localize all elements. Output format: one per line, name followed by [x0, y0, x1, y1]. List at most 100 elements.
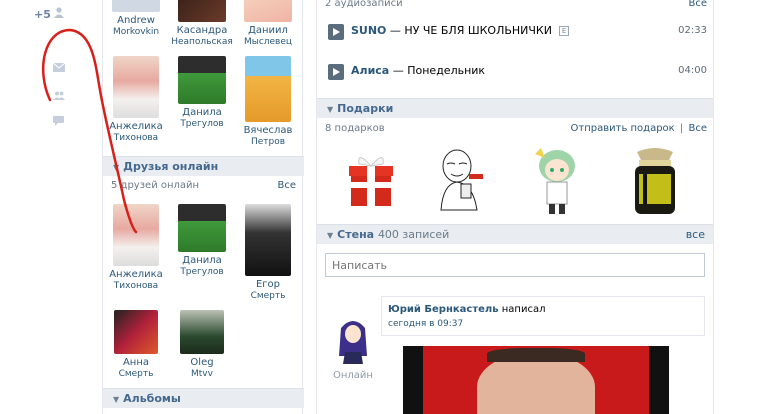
friend-photo[interactable] [180, 310, 224, 354]
play-icon[interactable] [328, 24, 344, 40]
friends-icon[interactable] [53, 91, 65, 103]
friend-card[interactable]: Oleg Mtvv [169, 310, 235, 379]
friend-last-name: Трегулов [180, 267, 224, 277]
gift-meme-face[interactable] [429, 144, 493, 216]
friends-column: Andrew Morkovkin Касандра Неапольская Да… [102, 0, 304, 414]
gifts-subheader: 8 подарков Отправить подарок | Все [325, 123, 707, 134]
friend-photo[interactable] [112, 0, 160, 12]
track-artist[interactable]: SUNO [351, 24, 386, 37]
friend-card[interactable]: Анжелика Тихонова [103, 56, 169, 143]
post-timestamp[interactable]: сегодня в 09:37 [388, 319, 463, 329]
friend-card[interactable]: Анна Смерть [103, 310, 169, 379]
friends-online-count: 5 друзей онлайн [111, 180, 200, 191]
wall-post-input[interactable] [325, 253, 705, 277]
friend-first-name[interactable]: Егор [235, 279, 301, 291]
track-duration: 02:33 [678, 25, 707, 36]
friend-card[interactable]: Andrew Morkovkin [103, 0, 169, 37]
friend-first-name[interactable]: Данила [169, 255, 235, 267]
friend-first-name[interactable]: Анжелика [103, 121, 169, 133]
link-separator: | [679, 123, 684, 134]
gifts-all-link[interactable]: Все [688, 123, 707, 134]
chat-icon[interactable] [53, 116, 64, 129]
gift-anime-character[interactable] [525, 144, 589, 216]
friend-last-name: Mtvv [191, 369, 213, 379]
friend-photo[interactable] [178, 56, 226, 104]
friends-online-all-link[interactable]: Все [277, 180, 296, 191]
friend-photo[interactable] [178, 204, 226, 252]
friend-last-name: Смерть [250, 291, 286, 301]
friend-last-name: Тихонова [113, 133, 159, 143]
play-icon[interactable] [328, 64, 344, 80]
friend-first-name[interactable]: Анна [103, 357, 169, 369]
gift-jar[interactable] [623, 144, 687, 216]
post-header: Юрий Бернкастель написал сегодня в 09:37 [381, 296, 705, 336]
friend-first-name[interactable]: Касандра [169, 25, 235, 37]
post-author-avatar[interactable] [333, 316, 373, 364]
mail-icon[interactable] [52, 62, 66, 75]
friend-first-name[interactable]: Даниил [235, 25, 301, 37]
friend-photo[interactable] [178, 0, 226, 22]
wall-count: 400 записей [377, 228, 450, 241]
friend-photo[interactable] [245, 204, 291, 276]
friend-first-name[interactable]: Oleg [169, 357, 235, 369]
collapse-arrow-icon: ▼ [113, 163, 120, 172]
gifts-count: 8 подарков [325, 123, 385, 134]
friend-first-name[interactable]: Данила [169, 107, 235, 119]
friends-online-title: Друзья онлайн [123, 160, 219, 173]
wall-header[interactable]: ▼ Стена 400 записей все [317, 224, 713, 244]
friend-last-name: Трегулов [180, 119, 224, 129]
track-separator: — [386, 24, 405, 37]
audio-all-link[interactable]: Все [688, 0, 707, 9]
albums-title: Альбомы [123, 392, 181, 405]
friend-photo[interactable] [113, 204, 159, 266]
friend-photo[interactable] [244, 0, 292, 22]
friend-card[interactable]: Данила Трегулов [169, 56, 235, 129]
main-column: 2 аудиозаписи Все SUNO — НУ ЧЕ БЛЯ ШКОЛЬ… [316, 0, 714, 414]
albums-header[interactable]: ▼ Альбомы [103, 388, 304, 408]
gifts-links: Отправить подарок | Все [571, 123, 707, 134]
friend-photo[interactable] [114, 310, 158, 354]
notification-badge[interactable]: +5 [34, 8, 51, 21]
friend-first-name[interactable]: Andrew [103, 15, 169, 27]
friends-online-subheader: 5 друзей онлайн Все [103, 177, 304, 195]
track-title-line[interactable]: Алиса — Понедельник [351, 64, 485, 77]
friend-photo[interactable] [113, 56, 159, 118]
post-image[interactable] [403, 346, 669, 414]
post-verb: написал [501, 304, 546, 315]
track-name[interactable]: НУ ЧЕ БЛЯ ШКОЛЬНИЧКИ [404, 24, 552, 37]
friend-card[interactable]: Егор Смерть [235, 204, 301, 301]
friend-first-name[interactable]: Анжелика [103, 269, 169, 281]
audio-count-row: 2 аудиозаписи Все [325, 0, 707, 9]
friend-last-name: Смерть [118, 369, 154, 379]
friend-card[interactable]: Анжелика Тихонова [103, 204, 169, 291]
gift-present-box[interactable] [339, 146, 403, 218]
friend-last-name: Мыслевец [243, 37, 293, 47]
track-name[interactable]: Понедельник [407, 64, 485, 77]
track-title-line[interactable]: SUNO — НУ ЧЕ БЛЯ ШКОЛЬНИЧКИ E [351, 24, 570, 37]
friend-last-name: Morkovkin [112, 27, 160, 37]
user-icon[interactable] [54, 7, 64, 21]
send-gift-link[interactable]: Отправить подарок [571, 123, 675, 134]
friend-last-name: Петров [250, 137, 286, 147]
collapse-arrow-icon: ▼ [327, 105, 334, 114]
track-artist[interactable]: Алиса [351, 64, 389, 77]
audio-count: 2 аудиозаписи [325, 0, 403, 9]
audio-track[interactable]: Алиса — Понедельник 04:00 [325, 62, 707, 82]
wall-all-link[interactable]: все [686, 228, 705, 241]
track-duration: 04:00 [678, 65, 707, 76]
explicit-badge: E [558, 26, 570, 36]
wall-title: Стена [337, 228, 375, 241]
collapse-arrow-icon: ▼ [327, 231, 334, 240]
friend-last-name: Тихонова [113, 281, 159, 291]
friend-card[interactable]: Касандра Неапольская [169, 0, 235, 47]
friend-card[interactable]: Данила Трегулов [169, 204, 235, 277]
friend-last-name: Неапольская [171, 37, 233, 47]
friends-online-header[interactable]: ▼ Друзья онлайн [103, 156, 304, 176]
friend-card[interactable]: Даниил Мыслевец [235, 0, 301, 47]
friend-card[interactable]: Вячеслав Петров [235, 56, 301, 147]
friend-photo[interactable] [245, 56, 291, 122]
friend-first-name[interactable]: Вячеслав [235, 125, 301, 137]
audio-track[interactable]: SUNO — НУ ЧЕ БЛЯ ШКОЛЬНИЧКИ E 02:33 [325, 22, 707, 42]
gifts-header[interactable]: ▼ Подарки [317, 98, 713, 118]
post-author-name[interactable]: Юрий Бернкастель [388, 304, 499, 315]
